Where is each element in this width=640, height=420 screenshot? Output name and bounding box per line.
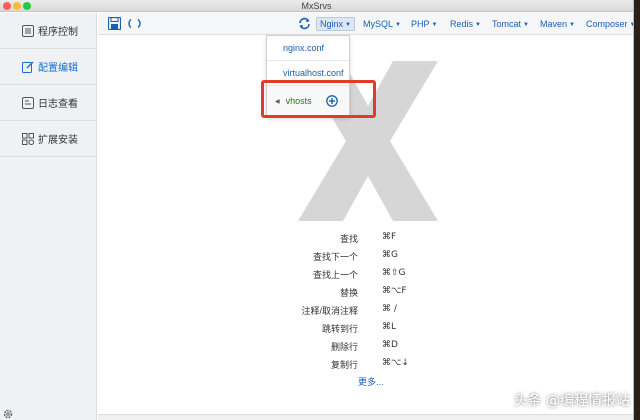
- title-bar: MxSrvs: [0, 0, 633, 12]
- sidebar-item-log-view[interactable]: 日志查看: [0, 85, 96, 121]
- menu-mysql[interactable]: MySQL ▼: [360, 17, 404, 31]
- menu-tomcat[interactable]: Tomcat ▼: [489, 17, 532, 31]
- shortcut-key: ⌘⌥F: [382, 286, 407, 296]
- caret-down-icon: ▼: [630, 22, 633, 28]
- shortcut-row: 查找 ⌘F: [98, 229, 633, 247]
- save-icon[interactable]: [108, 17, 121, 30]
- shortcut-key: ⌘D: [382, 340, 398, 350]
- status-bar: [98, 414, 633, 420]
- sidebar-item-program-control[interactable]: 程序控制: [0, 13, 96, 49]
- caret-left-icon[interactable]: ◀: [275, 98, 280, 105]
- shortcut-name: 删除行: [330, 342, 358, 352]
- nginx-dropdown-menu: nginx.conf virtualhost.conf ◀ vhosts: [266, 35, 350, 117]
- shortcut-name: 跳转到行: [321, 324, 358, 334]
- caret-down-icon: ▼: [345, 22, 351, 28]
- caret-down-icon: ▼: [569, 22, 575, 28]
- shortcut-name: 注释/取消注释: [301, 306, 358, 316]
- shortcut-key: ⌘F: [382, 232, 397, 242]
- menu-maven[interactable]: Maven ▼: [537, 17, 578, 31]
- sidebar-item-label: 配置编辑: [38, 63, 78, 74]
- watermark-text: 头条 @编程情报站: [513, 393, 630, 409]
- app-window: MxSrvs 程序控制 配置编辑 日志查看 扩展安装 Nginx ▼ MySQL ▼…: [0, 0, 634, 420]
- shortcut-name: 替换: [339, 288, 358, 298]
- shortcut-key: ⌘⌥↓: [382, 358, 409, 368]
- minimize-window-button[interactable]: [13, 2, 21, 10]
- shortcut-name: 查找: [339, 234, 358, 244]
- shortcut-name: 查找下一个: [312, 252, 358, 262]
- menu-composer[interactable]: Composer▼: [583, 17, 633, 31]
- sidebar-item-label: 程序控制: [38, 27, 78, 38]
- menu-item-vhosts: ◀ vhosts: [267, 86, 349, 116]
- gear-icon[interactable]: [2, 408, 14, 420]
- shortcut-name: 查找上一个: [312, 270, 358, 280]
- log-icon: [22, 96, 34, 109]
- grid-icon: [22, 132, 34, 145]
- main-panel: Nginx ▼ MySQL ▼ PHP ▼ Redis ▼ Tomcat ▼ Maven ▼…: [98, 13, 633, 420]
- sidebar-item-extensions[interactable]: 扩展安装: [0, 121, 96, 157]
- more-shortcuts-link[interactable]: 更多...: [358, 375, 384, 388]
- shortcut-row: 注释/取消注释 ⌘ /: [98, 301, 633, 319]
- sidebar: 程序控制 配置编辑 日志查看 扩展安装: [0, 13, 97, 420]
- sidebar-item-config-edit[interactable]: 配置编辑: [0, 49, 96, 85]
- list-icon: [22, 24, 34, 37]
- maximize-window-button[interactable]: [23, 2, 31, 10]
- shortcut-key: ⌘ /: [382, 304, 397, 314]
- shortcut-key: ⌘⇧G: [382, 268, 406, 278]
- shortcut-row: 替换 ⌘⌥F: [98, 283, 633, 301]
- edit-icon: [22, 61, 34, 73]
- menu-item-nginx-conf[interactable]: nginx.conf: [267, 36, 349, 61]
- close-window-button[interactable]: [3, 2, 11, 10]
- menu-item-virtualhost-conf[interactable]: virtualhost.conf: [267, 61, 349, 86]
- shortcut-row: 跳转到行 ⌘L: [98, 319, 633, 337]
- reload-icon[interactable]: [128, 17, 141, 30]
- shortcut-row: 复制行 ⌘⌥↓: [98, 355, 633, 373]
- shortcut-row: 查找下一个 ⌘G: [98, 247, 633, 265]
- sync-icon[interactable]: [298, 17, 311, 30]
- sidebar-item-label: 日志查看: [38, 99, 78, 110]
- shortcut-row: 删除行 ⌘D: [98, 337, 633, 355]
- caret-down-icon: ▼: [475, 22, 481, 28]
- caret-down-icon: ▼: [395, 22, 401, 28]
- shortcut-row: 查找上一个 ⌘⇧G: [98, 265, 633, 283]
- vhosts-label[interactable]: vhosts: [286, 96, 312, 106]
- menu-redis[interactable]: Redis ▼: [447, 17, 484, 31]
- shortcut-list: 查找 ⌘F 查找下一个 ⌘G 查找上一个 ⌘⇧G 替换 ⌘⌥F 注释/取消注释 ⌘ / 跳…: [98, 229, 633, 373]
- menu-php[interactable]: PHP ▼: [408, 17, 440, 31]
- shortcut-name: 复制行: [330, 360, 358, 370]
- caret-down-icon: ▼: [431, 22, 438, 28]
- shortcut-key: ⌘L: [382, 322, 397, 332]
- toolbar: Nginx ▼ MySQL ▼ PHP ▼ Redis ▼ Tomcat ▼ Maven ▼…: [98, 13, 633, 35]
- shortcut-key: ⌘G: [382, 250, 398, 260]
- add-circle-icon[interactable]: [325, 95, 338, 107]
- caret-down-icon: ▼: [523, 22, 529, 28]
- window-title: MxSrvs: [301, 1, 332, 11]
- sidebar-item-label: 扩展安装: [38, 135, 78, 146]
- menu-nginx[interactable]: Nginx ▼: [316, 17, 355, 31]
